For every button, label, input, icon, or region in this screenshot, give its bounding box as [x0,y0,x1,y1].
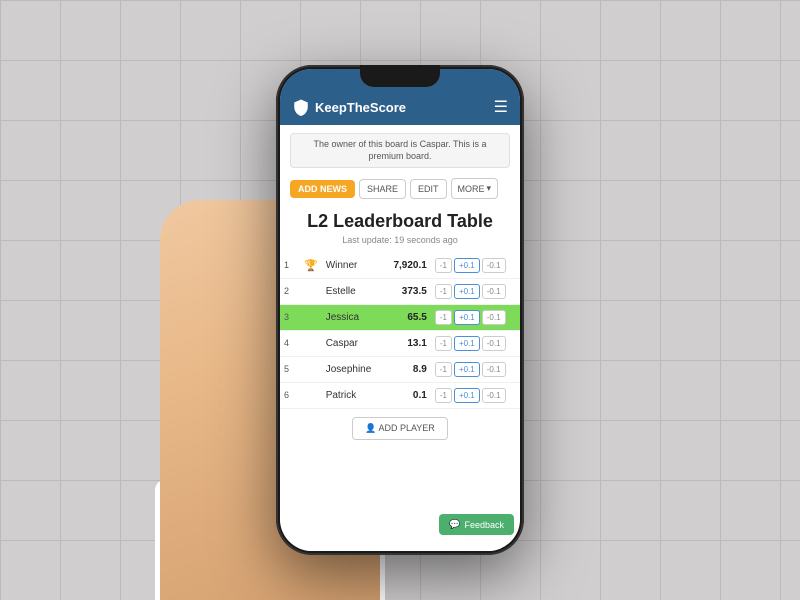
phone-screen: KeepTheScore ☰ The owner of this board i… [280,69,520,551]
minus-button[interactable]: -1 [435,310,452,325]
minus-button[interactable]: -1 [435,388,452,403]
leaderboard-table: 1🏆Winner7,920.1-1+0.1-0.12Estelle373.5-1… [280,253,520,409]
score-actions: -1+0.1-0.1 [431,278,520,304]
no-trophy [300,382,322,408]
player-name: Estelle [322,278,384,304]
plus-button[interactable]: +0.1 [454,336,480,351]
player-score: 65.5 [384,304,431,330]
rank-cell: 2 [280,278,300,304]
minus-small-button[interactable]: -0.1 [482,258,506,273]
minus-small-button[interactable]: -0.1 [482,336,506,351]
toolbar: ADD NEWS SHARE EDIT MORE ▾ [280,174,520,205]
plus-button[interactable]: +0.1 [454,362,480,377]
action-buttons: -1+0.1-0.1 [435,284,516,299]
player-score: 13.1 [384,330,431,356]
phone: KeepTheScore ☰ The owner of this board i… [276,65,524,555]
hamburger-icon[interactable]: ☰ [494,97,508,117]
player-name: Patrick [322,382,384,408]
table-row: 4 Caspar13.1 -1+0.1-0.1 [280,330,520,356]
phone-notch [360,65,440,87]
app-content: The owner of this board is Caspar. This … [280,125,520,551]
score-actions: -1+0.1-0.1 [431,382,520,408]
action-buttons: -1+0.1-0.1 [435,336,516,351]
action-buttons: -1+0.1-0.1 [435,258,516,273]
score-actions: -1+0.1-0.1 [431,304,520,330]
add-player-button[interactable]: 👤 ADD PLAYER [352,417,448,440]
plus-button[interactable]: +0.1 [454,284,480,299]
rank-cell: 1 [280,253,300,279]
feedback-button[interactable]: 💬 Feedback [439,514,514,535]
minus-small-button[interactable]: -0.1 [482,362,506,377]
trophy-icon: 🏆 [300,253,322,279]
plus-button[interactable]: +0.1 [454,310,480,325]
app-name: KeepTheScore [315,100,406,115]
rank-cell: 4 [280,330,300,356]
player-name: Jessica [322,304,384,330]
plus-button[interactable]: +0.1 [454,388,480,403]
rank-cell: 5 [280,356,300,382]
premium-banner: The owner of this board is Caspar. This … [290,133,510,168]
chevron-down-icon: ▾ [487,183,492,194]
table-row: 5 Josephine8.9 -1+0.1-0.1 [280,356,520,382]
action-buttons: -1+0.1-0.1 [435,388,516,403]
share-button[interactable]: SHARE [359,179,406,199]
no-trophy [300,304,322,330]
person-icon: 👤 [365,423,376,433]
no-trophy [300,330,322,356]
table-row: 6 Patrick0.1 -1+0.1-0.1 [280,382,520,408]
no-trophy [300,356,322,382]
board-title: L2 Leaderboard Table [290,211,510,233]
phone-wrapper: KeepTheScore ☰ The owner of this board i… [276,65,524,555]
add-player-row: 👤 ADD PLAYER [280,409,520,444]
title-section: L2 Leaderboard Table Last update: 19 sec… [280,205,520,249]
minus-button[interactable]: -1 [435,362,452,377]
rank-cell: 3 [280,304,300,330]
edit-button[interactable]: EDIT [410,179,447,199]
table-row: 2 Estelle373.5 -1+0.1-0.1 [280,278,520,304]
rank-cell: 6 [280,382,300,408]
action-buttons: -1+0.1-0.1 [435,362,516,377]
player-score: 7,920.1 [384,253,431,279]
minus-button[interactable]: -1 [435,258,452,273]
player-name: Josephine [322,356,384,382]
player-score: 373.5 [384,278,431,304]
more-button[interactable]: MORE ▾ [451,178,499,199]
add-news-button[interactable]: ADD NEWS [290,180,355,198]
table-row: 3 Jessica65.5 -1+0.1-0.1 [280,304,520,330]
score-actions: -1+0.1-0.1 [431,253,520,279]
score-actions: -1+0.1-0.1 [431,356,520,382]
last-update: Last update: 19 seconds ago [290,235,510,245]
player-score: 8.9 [384,356,431,382]
score-actions: -1+0.1-0.1 [431,330,520,356]
minus-button[interactable]: -1 [435,336,452,351]
plus-button[interactable]: +0.1 [454,258,480,273]
comment-icon: 💬 [449,519,460,530]
table-row: 1🏆Winner7,920.1 -1+0.1-0.1 [280,253,520,279]
action-buttons: -1+0.1-0.1 [435,310,516,325]
minus-small-button[interactable]: -0.1 [482,388,506,403]
player-score: 0.1 [384,382,431,408]
scene: KeepTheScore ☰ The owner of this board i… [0,0,800,600]
player-name: Caspar [322,330,384,356]
player-name: Winner [322,253,384,279]
banner-text: The owner of this board is Caspar. This … [314,139,487,161]
minus-small-button[interactable]: -0.1 [482,310,506,325]
no-trophy [300,278,322,304]
minus-small-button[interactable]: -0.1 [482,284,506,299]
app-logo: KeepTheScore [292,98,406,116]
minus-button[interactable]: -1 [435,284,452,299]
shield-icon [292,98,310,116]
